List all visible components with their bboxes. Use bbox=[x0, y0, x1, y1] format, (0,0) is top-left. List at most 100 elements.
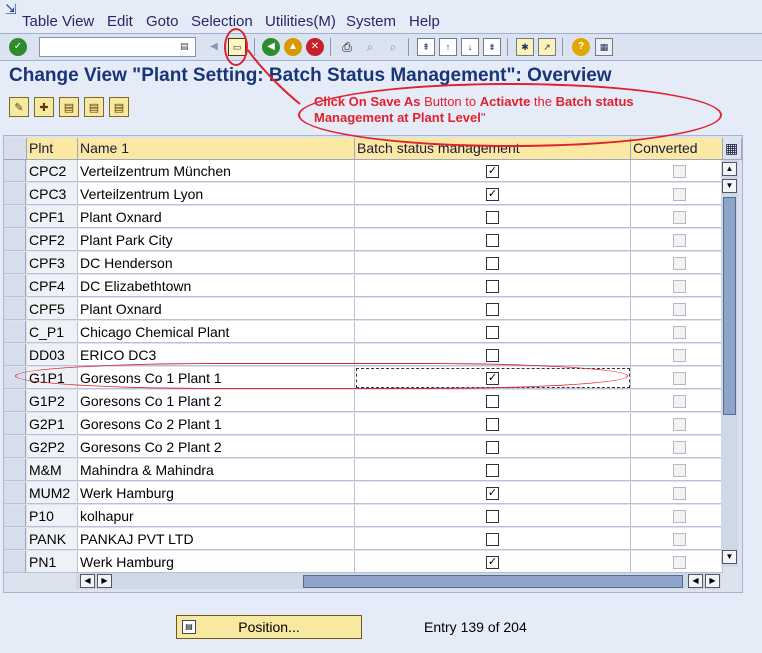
row-selector[interactable] bbox=[4, 321, 26, 343]
first-page-icon[interactable]: ⇞ bbox=[417, 38, 435, 56]
column-header-converted[interactable]: Converted bbox=[631, 138, 723, 160]
menu-system[interactable]: System bbox=[346, 13, 396, 30]
batch-status-checkbox[interactable] bbox=[486, 280, 499, 293]
column-header-plnt[interactable]: Plnt bbox=[27, 138, 78, 160]
cell-batch-status bbox=[355, 344, 631, 366]
row-selector[interactable] bbox=[4, 229, 26, 251]
batch-status-checkbox[interactable]: ✓ bbox=[486, 487, 499, 500]
find-icon[interactable]: ⌕ bbox=[361, 38, 379, 56]
scroll-right-icon[interactable]: ▶ bbox=[705, 574, 720, 588]
customize-layout-icon[interactable]: ▦ bbox=[595, 38, 613, 56]
converted-checkbox bbox=[673, 188, 686, 201]
menu-utilities[interactable]: Utilities(M) bbox=[265, 13, 336, 30]
page-right-icon[interactable]: ◀ bbox=[688, 574, 703, 588]
row-selector[interactable] bbox=[4, 344, 26, 366]
row-selector[interactable] bbox=[4, 413, 26, 435]
scroll-down-icon[interactable]: ▼ bbox=[722, 550, 737, 564]
row-selector[interactable] bbox=[4, 436, 26, 458]
annotation-note: Click On Save As Button to Actiavte the … bbox=[314, 94, 634, 125]
page-up-icon[interactable]: ▼ bbox=[722, 179, 737, 193]
row-selector[interactable] bbox=[4, 298, 26, 320]
copy-as-icon[interactable]: ▤ bbox=[59, 97, 79, 117]
batch-status-checkbox[interactable] bbox=[486, 349, 499, 362]
row-selector[interactable] bbox=[4, 482, 26, 504]
converted-checkbox bbox=[673, 464, 686, 477]
table-settings-icon[interactable]: ▦ bbox=[723, 138, 742, 160]
undo-change-icon[interactable]: ▤ bbox=[109, 97, 129, 117]
batch-status-checkbox[interactable] bbox=[486, 211, 499, 224]
command-dropdown-icon[interactable]: ▤ bbox=[180, 41, 189, 52]
horizontal-scroll-thumb[interactable] bbox=[303, 575, 683, 588]
row-selector[interactable] bbox=[4, 367, 26, 389]
help-icon[interactable]: ? bbox=[572, 38, 590, 56]
batch-status-checkbox[interactable] bbox=[486, 395, 499, 408]
menu-help[interactable]: Help bbox=[409, 13, 440, 30]
menu-edit[interactable]: Edit bbox=[107, 13, 133, 30]
page-left-icon[interactable]: ▶ bbox=[97, 574, 112, 588]
batch-status-checkbox[interactable] bbox=[486, 418, 499, 431]
command-field[interactable] bbox=[39, 37, 196, 57]
cell-converted bbox=[631, 551, 723, 573]
next-page-icon[interactable]: ↓ bbox=[461, 38, 479, 56]
exit-icon[interactable]: ▲ bbox=[284, 38, 302, 56]
vertical-scroll-thumb[interactable] bbox=[723, 197, 736, 415]
delete-icon[interactable]: ▤ bbox=[84, 97, 104, 117]
cell-name: Goresons Co 2 Plant 2 bbox=[78, 436, 355, 458]
back-icon[interactable]: ◀ bbox=[262, 38, 280, 56]
menu-goto[interactable]: Goto bbox=[146, 13, 179, 30]
row-selector[interactable] bbox=[4, 160, 26, 182]
row-selector[interactable] bbox=[4, 505, 26, 527]
batch-status-checkbox[interactable] bbox=[486, 464, 499, 477]
last-page-icon[interactable]: ⇟ bbox=[483, 38, 501, 56]
batch-status-checkbox[interactable] bbox=[486, 303, 499, 316]
batch-status-checkbox[interactable] bbox=[486, 510, 499, 523]
row-selector[interactable] bbox=[4, 183, 26, 205]
cell-plnt: P10 bbox=[27, 505, 78, 527]
previous-page-icon[interactable]: ↑ bbox=[439, 38, 457, 56]
shortcut-icon[interactable]: ↗ bbox=[538, 38, 556, 56]
cell-converted bbox=[631, 183, 723, 205]
batch-status-checkbox[interactable] bbox=[486, 234, 499, 247]
enter-icon[interactable]: ✓ bbox=[9, 38, 27, 56]
position-button[interactable]: ▤ Position... bbox=[176, 615, 362, 639]
batch-status-checkbox[interactable]: ✓ bbox=[486, 188, 499, 201]
cell-name: ERICO DC3 bbox=[78, 344, 355, 366]
row-selector[interactable] bbox=[4, 551, 26, 573]
cell-name: Plant Oxnard bbox=[78, 298, 355, 320]
row-selector[interactable] bbox=[4, 528, 26, 550]
cell-batch-status: ✓ bbox=[355, 367, 631, 389]
batch-status-checkbox[interactable] bbox=[486, 533, 499, 546]
batch-status-checkbox[interactable] bbox=[486, 326, 499, 339]
create-session-icon[interactable]: ✱ bbox=[516, 38, 534, 56]
position-button-label: Position... bbox=[238, 619, 300, 635]
display-change-icon[interactable]: ✎ bbox=[9, 97, 29, 117]
cancel-icon[interactable]: ✕ bbox=[306, 38, 324, 56]
scroll-up-icon[interactable]: ▲ bbox=[722, 162, 737, 176]
plant-settings-table: Plnt Name 1 Batch status management Conv… bbox=[3, 135, 743, 593]
find-next-icon[interactable]: ⌕ bbox=[384, 38, 402, 56]
row-selector[interactable] bbox=[4, 275, 26, 297]
cell-plnt: CPF1 bbox=[27, 206, 78, 228]
menu-selection[interactable]: Selection bbox=[191, 13, 253, 30]
menu-toggle-icon[interactable]: ⇲ bbox=[5, 2, 17, 16]
collapse-arrow-icon[interactable]: ◀ bbox=[205, 38, 223, 56]
row-selector[interactable] bbox=[4, 390, 26, 412]
row-selector[interactable] bbox=[4, 459, 26, 481]
new-entries-icon[interactable]: ✚ bbox=[34, 97, 54, 117]
cell-plnt: CPF3 bbox=[27, 252, 78, 274]
batch-status-checkbox[interactable]: ✓ bbox=[486, 372, 499, 385]
row-selector[interactable] bbox=[4, 206, 26, 228]
cell-converted bbox=[631, 390, 723, 412]
row-selector[interactable] bbox=[4, 252, 26, 274]
column-header-name[interactable]: Name 1 bbox=[78, 138, 355, 160]
batch-status-checkbox[interactable] bbox=[486, 441, 499, 454]
print-icon[interactable]: ⎙ bbox=[338, 38, 356, 56]
converted-checkbox bbox=[673, 326, 686, 339]
batch-status-checkbox[interactable]: ✓ bbox=[486, 556, 499, 569]
menu-table-view[interactable]: Table View bbox=[22, 13, 94, 30]
batch-status-checkbox[interactable] bbox=[486, 257, 499, 270]
batch-status-checkbox[interactable]: ✓ bbox=[486, 165, 499, 178]
select-all-header[interactable] bbox=[4, 138, 27, 160]
scroll-left-icon[interactable]: ◀ bbox=[80, 574, 95, 588]
cell-batch-status bbox=[355, 390, 631, 412]
